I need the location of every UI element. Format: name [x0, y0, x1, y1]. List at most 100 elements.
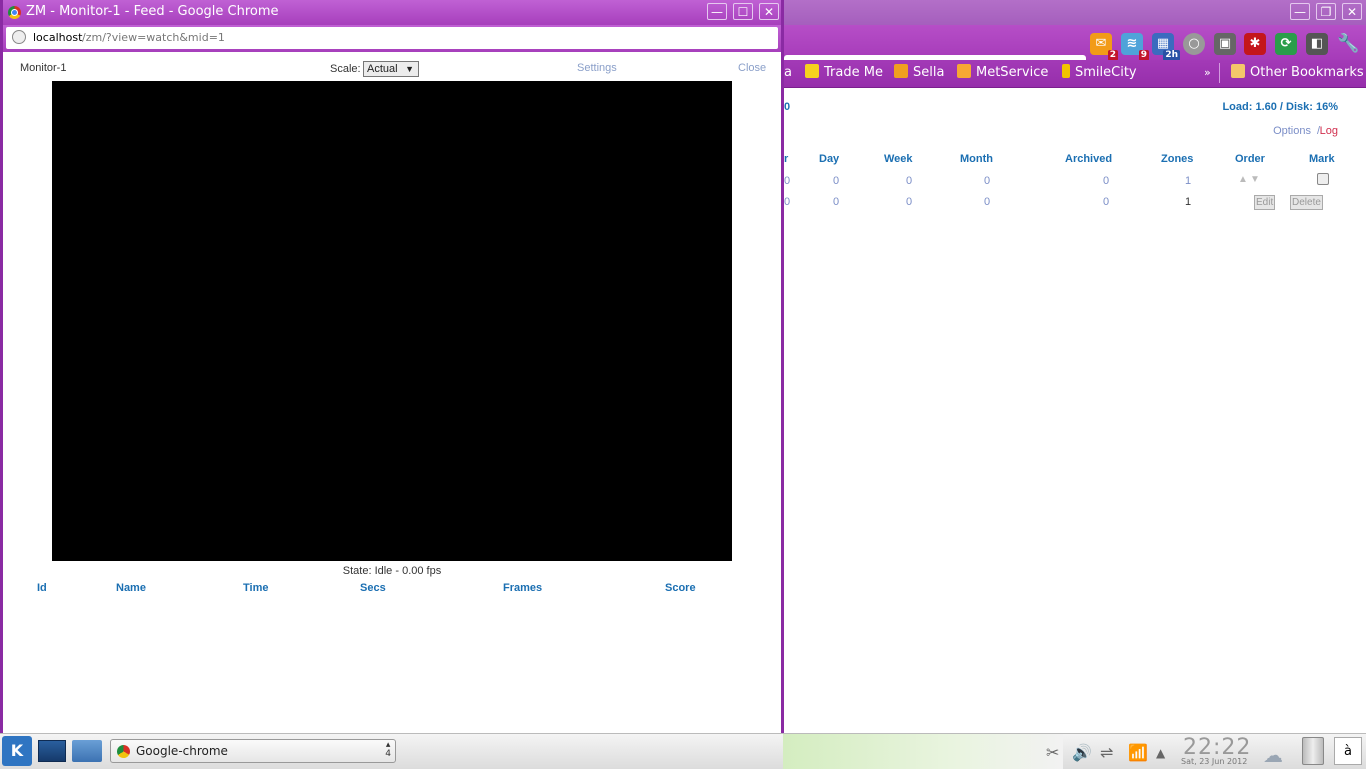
zm-console-page: 0 Load: 1.60 / Disk: 16% Options / Log r…: [784, 88, 1366, 733]
bookmark-label: Sella: [913, 65, 945, 80]
clock-date[interactable]: Sat, 23 Jun 2012: [1181, 757, 1247, 766]
rss-extension-icon[interactable]: ≋ 9: [1121, 33, 1149, 61]
volume-icon[interactable]: 🔊: [1072, 743, 1092, 762]
sync-extension-icon[interactable]: ⟳: [1275, 33, 1297, 55]
col-header-zones[interactable]: Zones: [1161, 153, 1193, 165]
maximize-icon[interactable]: ☐: [733, 3, 753, 20]
url-host: localhost: [33, 31, 83, 44]
close-icon[interactable]: ✕: [1342, 3, 1362, 20]
trash-icon[interactable]: [1302, 737, 1324, 765]
sella-icon: [894, 64, 908, 78]
col-header-day[interactable]: Day: [819, 153, 839, 165]
minimize-icon[interactable]: —: [707, 3, 727, 20]
scissors-icon[interactable]: ✂: [1046, 743, 1059, 762]
order-up-icon[interactable]: ▲: [1238, 174, 1248, 185]
events-header-id[interactable]: Id: [37, 582, 47, 594]
events-header-secs[interactable]: Secs: [360, 582, 386, 594]
smilecity-icon: [1062, 64, 1070, 78]
search-extension-icon[interactable]: ○: [1183, 33, 1205, 55]
bookmarks-divider: [1219, 63, 1220, 83]
settings-link[interactable]: Settings: [577, 62, 617, 74]
load-disk-status: Load: 1.60 / Disk: 16%: [1222, 101, 1338, 113]
col-header-order: Order: [1235, 153, 1265, 165]
monitor-state: State: Idle - 0.00 fps: [342, 565, 442, 577]
table-cell[interactable]: 0: [833, 175, 839, 187]
bookmarks-overflow-icon[interactable]: »: [1204, 63, 1211, 83]
task-google-chrome[interactable]: Google-chrome ▴ 4: [110, 739, 396, 763]
show-desktop-icon[interactable]: [38, 740, 66, 762]
table-cell[interactable]: 0: [984, 175, 990, 187]
taskbar-tray-background: [783, 734, 1063, 769]
col-header-week[interactable]: Week: [884, 153, 913, 165]
popup-titlebar: ZM - Monitor-1 - Feed - Google Chrome — …: [3, 0, 781, 25]
zm-watch-page: Monitor-1 Scale: Actual ▼ Settings Close…: [3, 52, 781, 733]
bookmark-trade-me[interactable]: Trade Me: [805, 63, 883, 83]
table-cell[interactable]: 0: [984, 196, 990, 208]
mail-extension-icon[interactable]: ✉ 2: [1090, 33, 1118, 61]
minimize-icon[interactable]: —: [1290, 3, 1310, 20]
popup-urlbar-area: localhost /zm/?view=watch&mid=1: [3, 25, 781, 52]
calendar-extension-icon[interactable]: ▦ 2h: [1152, 33, 1180, 61]
metservice-icon: [957, 64, 971, 78]
table-cell[interactable]: 0: [906, 175, 912, 187]
table-cell[interactable]: 0: [784, 175, 790, 187]
restore-icon[interactable]: ❐: [1316, 3, 1336, 20]
delete-button[interactable]: Delete: [1290, 195, 1323, 210]
table-cell[interactable]: 0: [833, 196, 839, 208]
tray-expand-icon[interactable]: ▲: [1156, 746, 1165, 760]
trademe-icon: [805, 64, 819, 78]
scale-value: Actual: [367, 63, 398, 75]
table-cell[interactable]: 1: [1185, 175, 1191, 187]
bookmark-label: MetService: [976, 65, 1049, 80]
table-cell[interactable]: 0: [1103, 175, 1109, 187]
bookmark-partial[interactable]: a: [784, 63, 792, 83]
table-cell[interactable]: 0: [906, 196, 912, 208]
bookmark-label: SmileCity: [1075, 65, 1137, 80]
table-cell[interactable]: 0: [784, 196, 790, 208]
table-cell[interactable]: 1: [1185, 196, 1191, 208]
taskbar: K Google-chrome ▴ 4 ✂ 🔊 ⇌ 📶 ▲ 22:22 Sat, …: [0, 733, 1366, 769]
col-header-month[interactable]: Month: [960, 153, 993, 165]
popup-window-title: ZM - Monitor-1 - Feed - Google Chrome: [26, 4, 279, 19]
options-link[interactable]: Options: [1273, 125, 1311, 137]
close-icon[interactable]: ✕: [759, 3, 779, 20]
usb-icon[interactable]: ⇌: [1100, 743, 1113, 762]
keyboard-layout-indicator[interactable]: à: [1334, 737, 1362, 765]
bookmark-smilecity[interactable]: SmileCity: [1062, 63, 1137, 83]
scale-select[interactable]: Actual ▼: [363, 61, 419, 77]
folder-icon: [1231, 64, 1245, 78]
col-header-archived[interactable]: Archived: [1065, 153, 1112, 165]
puzzle-extension-icon[interactable]: ◧: [1306, 33, 1328, 55]
events-header-name[interactable]: Name: [116, 582, 146, 594]
table-cell[interactable]: 0: [1103, 196, 1109, 208]
monitor-feed-video[interactable]: [52, 81, 732, 561]
screenshot-extension-icon[interactable]: ▣: [1214, 33, 1236, 55]
events-header-frames[interactable]: Frames: [503, 582, 542, 594]
task-count-value: 4: [385, 749, 391, 759]
weather-icon[interactable]: ☁: [1263, 743, 1283, 767]
events-header-time[interactable]: Time: [243, 582, 268, 594]
log-link[interactable]: Log: [1320, 125, 1338, 137]
col-header-partial[interactable]: r: [784, 153, 788, 165]
bookmark-label: Other Bookmarks: [1250, 65, 1364, 80]
bookmark-metservice[interactable]: MetService: [957, 63, 1048, 83]
overflow-label: »: [1204, 66, 1211, 79]
lastpass-extension-icon[interactable]: ✱: [1244, 33, 1266, 55]
chrome-icon: [117, 745, 130, 758]
bookmark-label: a: [784, 65, 792, 80]
edit-button[interactable]: Edit: [1254, 195, 1276, 210]
events-header-score[interactable]: Score: [665, 582, 696, 594]
wifi-icon[interactable]: 📶: [1128, 743, 1148, 762]
wrench-icon[interactable]: 🔧: [1337, 33, 1359, 55]
bookmark-sella[interactable]: Sella: [894, 63, 944, 83]
order-down-icon[interactable]: ▼: [1250, 174, 1260, 185]
task-count: ▴ 4: [385, 740, 391, 759]
mark-checkbox[interactable]: [1317, 173, 1329, 185]
bookmark-other-bookmarks[interactable]: Other Bookmarks: [1231, 63, 1364, 83]
partial-count: 0: [784, 101, 791, 113]
chevron-down-icon: ▼: [405, 64, 414, 74]
close-link[interactable]: Close: [738, 62, 766, 74]
popup-address-bar[interactable]: localhost /zm/?view=watch&mid=1: [6, 27, 778, 49]
home-folder-icon[interactable]: [72, 740, 102, 762]
kde-menu-icon[interactable]: K: [2, 736, 32, 766]
